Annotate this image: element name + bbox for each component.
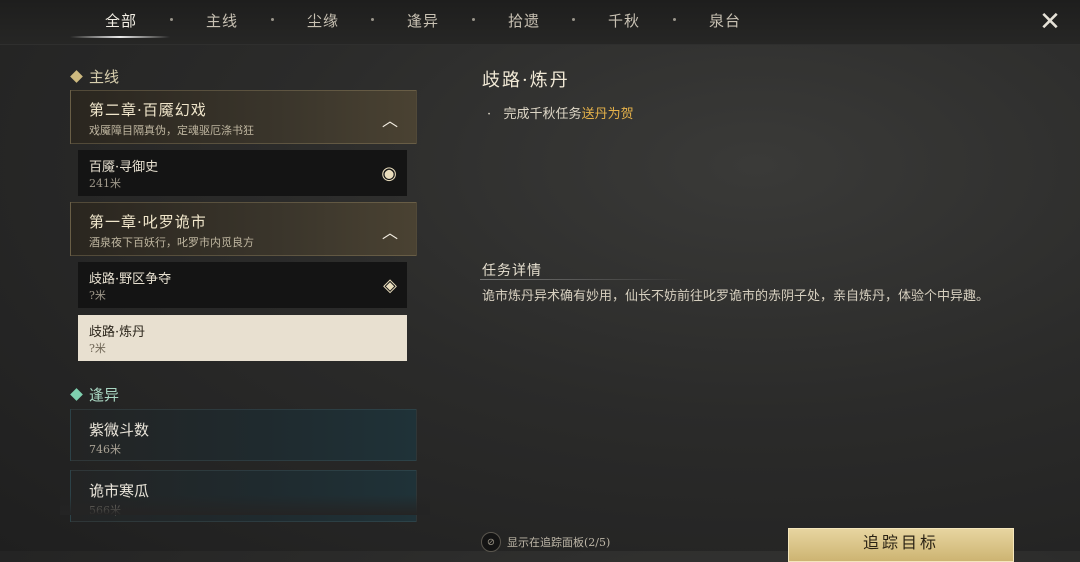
track-toggle-label: 显示在追踪面板(2/5) — [507, 536, 611, 549]
list-fade-overlay — [60, 495, 430, 515]
quest-title: 百魇·寻御史 — [89, 160, 159, 175]
tab-separator-dot — [371, 18, 374, 21]
section-label: 逢异 — [89, 386, 120, 404]
tab-chenyuan[interactable]: 尘缘 — [307, 10, 339, 31]
tab-shiyi[interactable]: 拾遗 — [508, 10, 540, 31]
objective-highlight: 送丹为贺 — [581, 107, 634, 122]
quest-description: 诡市炼丹异术确有妙用，仙长不妨前往叱罗诡市的赤阴子处，亲自炼丹，体验个中异趣。 — [482, 289, 990, 304]
chapter-subtitle: 酒泉夜下百妖行，叱罗市内觅良方 — [89, 236, 254, 249]
tab-qianqiu[interactable]: 千秋 — [608, 10, 640, 31]
chevron-up-icon: ︿ — [381, 111, 398, 130]
quest-item-selected[interactable]: 歧路·炼丹 ?米 — [78, 315, 407, 361]
tab-separator-dot — [472, 18, 475, 21]
diamond-gem-icon — [70, 388, 83, 401]
tab-quantai[interactable]: 泉台 — [709, 10, 741, 31]
quest-distance: ?米 — [89, 342, 106, 355]
chevron-up-icon: ︿ — [381, 223, 398, 242]
quest-distance: ?米 — [89, 289, 106, 302]
tab-all[interactable]: 全部 — [105, 10, 137, 31]
tab-separator-dot — [170, 18, 173, 21]
eye-icon: ◉ — [381, 163, 397, 184]
objective-text: 完成千秋任务 — [503, 107, 582, 122]
chapter-title: 第一章·叱罗诡市 — [89, 213, 207, 231]
quest-detail-title: 歧路·炼丹 — [482, 70, 570, 91]
tab-fengyi[interactable]: 逢异 — [407, 10, 439, 31]
tab-separator-dot — [673, 18, 676, 21]
close-icon[interactable]: ✕ — [1034, 8, 1066, 36]
tab-separator-dot — [271, 18, 274, 21]
diamond-gem-icon — [70, 70, 83, 83]
quest-distance: 241米 — [89, 177, 121, 190]
quest-objective: · 完成千秋任务送丹为贺 — [487, 103, 634, 122]
tab-main-quest[interactable]: 主线 — [206, 10, 238, 31]
quest-item[interactable]: 百魇·寻御史 241米 ◉ — [78, 150, 407, 196]
quest-details-heading: 任务详情 — [482, 263, 542, 279]
quest-title: 歧路·炼丹 — [89, 325, 146, 340]
section-label: 主线 — [89, 68, 120, 86]
serendipity-title: 紫微斗数 — [89, 421, 150, 439]
section-header-serendipity: 逢异 — [70, 384, 120, 405]
quest-title: 歧路·野区争夺 — [89, 272, 172, 287]
divider — [480, 279, 690, 280]
chapter-subtitle: 戏魇障目隔真伪，定魂驱厄涤书狂 — [89, 124, 254, 137]
tab-separator-dot — [572, 18, 575, 21]
show-in-track-panel-toggle[interactable]: ⊘ 显示在追踪面板(2/5) — [481, 532, 610, 552]
track-toggle-icon: ⊘ — [481, 532, 501, 552]
chapter-item[interactable]: 第二章·百魇幻戏 戏魇障目隔真伪，定魂驱厄涤书狂 ︿ — [70, 90, 417, 144]
tab-bar: 全部 主线 尘缘 逢异 拾遗 千秋 泉台 ✕ — [0, 0, 1080, 45]
quest-item[interactable]: 歧路·野区争夺 ?米 ◈ — [78, 262, 407, 308]
active-tab-underline — [70, 36, 170, 38]
diamond-marker-icon: ◈ — [383, 275, 397, 296]
track-target-button[interactable]: 追踪目标 — [788, 528, 1014, 562]
chapter-item[interactable]: 第一章·叱罗诡市 酒泉夜下百妖行，叱罗市内觅良方 ︿ — [70, 202, 417, 256]
serendipity-distance: 746米 — [89, 443, 121, 456]
chapter-title: 第二章·百魇幻戏 — [89, 101, 207, 119]
bullet-dot: · — [487, 107, 492, 122]
serendipity-item[interactable]: 紫微斗数 746米 — [70, 409, 417, 461]
section-header-main: 主线 — [70, 66, 120, 87]
